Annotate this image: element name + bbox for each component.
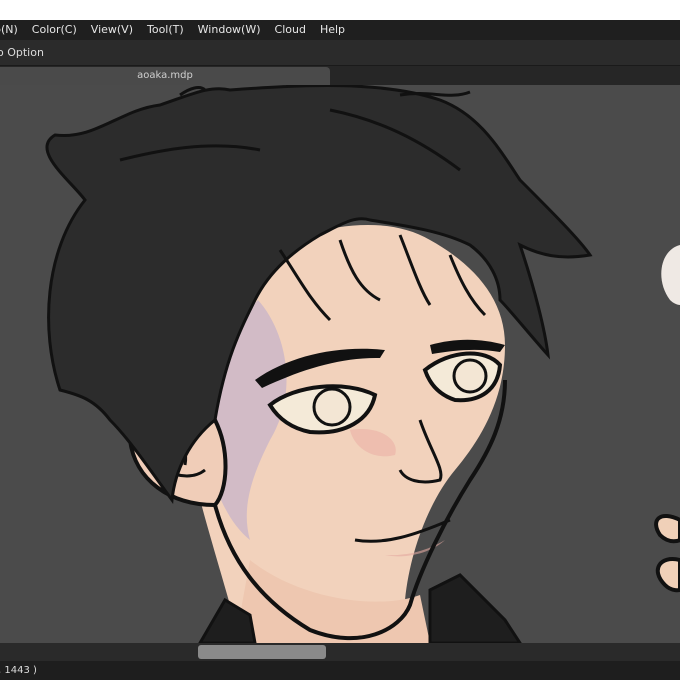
menu-item-help[interactable]: Help: [313, 20, 352, 40]
artwork: [45, 85, 680, 643]
menu-item-snap[interactable]: p(N): [0, 20, 25, 40]
menu-item-tool[interactable]: Tool(T): [140, 20, 191, 40]
document-tab[interactable]: aoaka.mdp: [0, 67, 330, 85]
status-bar: , 1443 ): [0, 661, 680, 680]
menu-item-color[interactable]: Color(C): [25, 20, 84, 40]
horizontal-scrollbar[interactable]: [0, 643, 680, 661]
highlight-blob: [661, 245, 680, 305]
menu-bar: p(N) Color(C) View(V) Tool(T) Window(W) …: [0, 20, 680, 40]
top-margin: [0, 0, 680, 20]
app-window: p(N) Color(C) View(V) Tool(T) Window(W) …: [0, 0, 680, 680]
menu-item-window[interactable]: Window(W): [191, 20, 268, 40]
iris-left: [312, 387, 352, 427]
scrollbar-thumb[interactable]: [198, 645, 326, 659]
drawing-canvas[interactable]: [0, 85, 680, 643]
tab-strip: aoaka.mdp: [0, 66, 680, 85]
menu-item-view[interactable]: View(V): [84, 20, 140, 40]
tool-option-label: o Option: [0, 46, 44, 59]
hand-partial: [654, 514, 680, 593]
tool-option-bar: o Option: [0, 40, 680, 66]
iris-right: [452, 358, 488, 394]
cursor-coordinates: , 1443 ): [0, 665, 37, 676]
menu-item-cloud[interactable]: Cloud: [268, 20, 313, 40]
